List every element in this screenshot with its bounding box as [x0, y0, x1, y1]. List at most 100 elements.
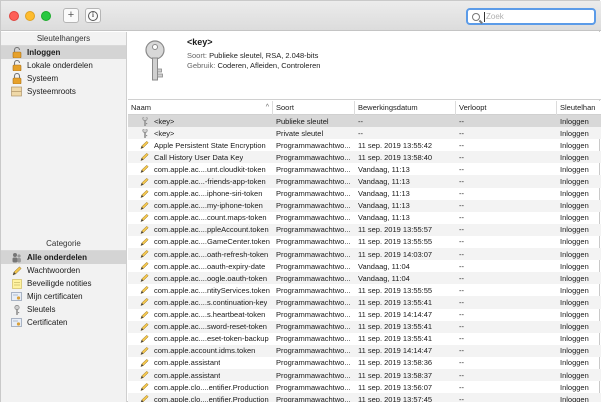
item-detail-panel: <key> Soort: Publieke sleutel, RSA, 2.04…	[128, 32, 601, 100]
column-header-kind[interactable]: Soort	[273, 101, 355, 115]
table-row[interactable]: com.apple.ac....eset-token-backup Program…	[128, 333, 601, 345]
info-icon: i	[88, 10, 98, 21]
pen-icon	[140, 237, 149, 246]
column-header-date[interactable]: Bewerkingsdatum	[355, 101, 456, 115]
sidebar-item-label: Wachtwoorden	[27, 266, 81, 275]
sidebar-item-label: Systeemroots	[27, 87, 76, 96]
cell-name: com.apple.ac...-friends-app-token	[128, 177, 273, 186]
cell-date: 11 sep. 2019 13:56:07	[358, 382, 433, 392]
sidebar-item-mijn-certificaten[interactable]: Mijn certificaten	[1, 290, 126, 303]
cell-name: <key>	[128, 116, 273, 126]
cell-date: 11 sep. 2019 13:57:45	[358, 394, 433, 402]
cell-keychain: Inloggen	[560, 164, 589, 174]
sidebar-item-inloggen[interactable]: Inloggen	[1, 46, 126, 59]
table-row[interactable]: <key> Private sleutel -- -- Inloggen	[128, 127, 601, 140]
sidebar-item-systeem[interactable]: Systeem	[1, 72, 126, 85]
info-button[interactable]: i	[85, 8, 101, 23]
add-item-button[interactable]: +	[63, 8, 79, 23]
cell-name: com.apple.ac....oogle.oauth-token	[128, 274, 273, 283]
close-window-button[interactable]	[9, 11, 19, 21]
cell-keychain: Inloggen	[560, 128, 589, 138]
pen-icon	[140, 153, 149, 162]
sidebar-item-wachtwoorden[interactable]: Wachtwoorden	[1, 264, 126, 277]
table-row[interactable]: com.apple.account.idms.token Programmawac…	[128, 344, 601, 357]
pen-icon	[140, 322, 149, 331]
cell-kind: Programmawachtwo...	[276, 213, 351, 223]
pen-icon	[140, 358, 149, 367]
cell-date: Vandaag, 11:13	[358, 201, 410, 211]
cell-kind: Programmawachtwo...	[276, 189, 351, 199]
sidebar-item-label: Beveiligde notities	[27, 279, 92, 288]
table-row[interactable]: com.apple.assistant Programmawachtwo... 11…	[128, 368, 601, 382]
cell-name: com.apple.ac....iphone-siri-token	[128, 189, 273, 198]
cell-date: 11 sep. 2019 13:55:55	[358, 237, 433, 247]
table-row[interactable]: com.apple.ac...-friends-app-token Program…	[128, 175, 601, 188]
zoom-window-button[interactable]	[41, 11, 51, 21]
cell-name: com.apple.ac....my-iphone-token	[128, 201, 273, 210]
table-row[interactable]: com.apple.ac....ntityServices.token Progr…	[128, 284, 601, 296]
search-input[interactable]	[486, 12, 586, 21]
table-row[interactable]: com.apple.assistant Programmawachtwo... 11…	[128, 357, 601, 369]
cell-kind: Programmawachtwo...	[276, 358, 351, 368]
cell-name: com.apple.ac....oauth-expiry-date	[128, 262, 273, 271]
minimize-window-button[interactable]	[25, 11, 35, 21]
sidebar-item-certificaten[interactable]: Certificaten	[1, 316, 126, 329]
pen-icon	[140, 249, 149, 259]
table-row[interactable]: com.apple.ac....oath-refresh-token Progra…	[128, 248, 601, 261]
table-row[interactable]: com.apple.ac....s.heartbeat-token Program…	[128, 309, 601, 321]
sidebar-item-sleutels[interactable]: Sleutels	[1, 303, 126, 316]
table-row[interactable]: com.apple.ac....oogle.oauth-token Program…	[128, 272, 601, 285]
cell-name: com.apple.clo....entifier.Production	[128, 395, 273, 402]
sidebar-item-lokale-onderdelen[interactable]: Lokale onderdelen	[1, 59, 126, 72]
cell-name: com.apple.assistant	[128, 358, 273, 367]
cabinet-icon	[11, 86, 22, 97]
cell-kind: Programmawachtwo...	[276, 382, 351, 392]
table-row[interactable]: com.apple.ac....s.continuation-key Progra…	[128, 296, 601, 309]
cell-kind: Programmawachtwo...	[276, 164, 351, 174]
column-header-name[interactable]: Naam ^	[128, 101, 273, 115]
sidebar-item-alle-onderdelen[interactable]: Alle onderdelen	[1, 251, 126, 264]
table-row[interactable]: com.apple.ac....ppleAccount.token Program…	[128, 223, 601, 236]
table-row[interactable]: Call History User Data Key Programmawacht…	[128, 151, 601, 164]
table-row[interactable]: com.apple.ac....sword-reset-token Program…	[128, 320, 601, 333]
cell-keychain: Inloggen	[560, 237, 589, 247]
cell-kind: Private sleutel	[276, 128, 324, 138]
cell-keychain: Inloggen	[560, 370, 589, 380]
column-header-expires[interactable]: Verloopt	[456, 101, 557, 115]
pen-icon	[140, 310, 149, 319]
table-row[interactable]: com.apple.ac....count.maps-token Programm…	[128, 212, 601, 224]
sidebar: Sleutelhangers Inloggen Lokale onderdelen…	[1, 32, 127, 402]
people-icon	[11, 252, 22, 263]
cell-keychain: Inloggen	[560, 334, 589, 344]
sidebar-item-label: Alle onderdelen	[27, 253, 88, 262]
sidebar-item-beveiligde-notities[interactable]: Beveiligde notities	[1, 277, 126, 290]
table-row[interactable]: com.apple.ac....my-iphone-token Programma…	[128, 199, 601, 212]
cell-expires: --	[459, 370, 464, 380]
column-header-keychain[interactable]: Sleutelhan	[557, 101, 601, 115]
cell-expires: --	[459, 201, 464, 211]
search-field[interactable]	[466, 8, 596, 25]
pen-icon	[140, 165, 149, 174]
table-row[interactable]: com.apple.ac....oauth-expiry-date Program…	[128, 260, 601, 272]
cell-kind: Programmawachtwo...	[276, 322, 351, 332]
cell-keychain: Inloggen	[560, 152, 589, 162]
table-row[interactable]: com.apple.ac....GameCenter.token Programm…	[128, 236, 601, 248]
table-row[interactable]: com.apple.clo....entifier.Production Prog…	[128, 381, 601, 393]
sidebar-item-systeemroots[interactable]: Systeemroots	[1, 85, 126, 98]
table-row[interactable]: <key> Publieke sleutel -- -- Inloggen	[128, 115, 601, 128]
cell-expires: --	[459, 382, 464, 392]
cell-kind: Programmawachtwo...	[276, 346, 351, 356]
cell-expires: --	[459, 297, 464, 307]
cell-date: 11 sep. 2019 13:58:37	[358, 370, 433, 380]
cell-expires: --	[459, 140, 464, 150]
pen-icon	[140, 201, 149, 210]
category-header: Categorie	[1, 237, 126, 251]
table-row[interactable]: com.apple.ac....unt.cloudkit-token Progra…	[128, 163, 601, 175]
table-row[interactable]: Apple Persistent State Encryption Program…	[128, 139, 601, 151]
cell-name: Apple Persistent State Encryption	[128, 141, 273, 150]
cell-expires: --	[459, 164, 464, 174]
plus-icon: +	[67, 9, 75, 21]
table-row[interactable]: com.apple.ac....iphone-siri-token Program…	[128, 188, 601, 200]
cell-expires: --	[459, 273, 464, 283]
table-row[interactable]: com.apple.clo....entifier.Production Prog…	[128, 393, 601, 402]
